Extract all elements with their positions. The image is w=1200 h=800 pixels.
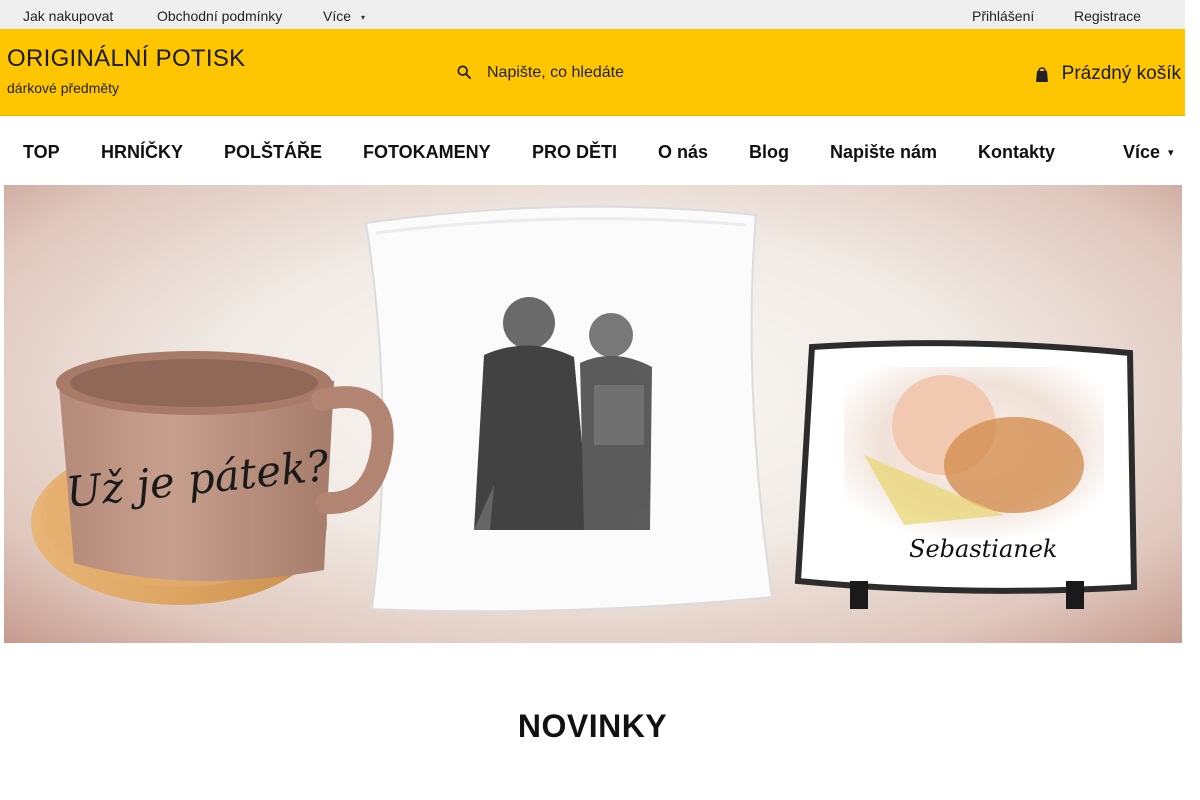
nav-item-polstare[interactable]: POLŠTÁŘE (224, 142, 322, 163)
topbar-more-menu[interactable]: Více ▾ (323, 8, 365, 24)
cart-button[interactable]: Prázdný košík (1034, 59, 1181, 89)
login-link[interactable]: Přihlášení (972, 8, 1034, 24)
nav-more-label: Více (1123, 142, 1161, 162)
link-obchodni-podminky[interactable]: Obchodní podmínky (157, 8, 282, 24)
cart-icon (1035, 67, 1048, 82)
search-input[interactable]: Napište, co hledáte (487, 64, 624, 82)
cart-label: Prázdný košík (1061, 63, 1181, 84)
nav-item-o-nas[interactable]: O nás (658, 142, 708, 163)
nav-item-kontakty[interactable]: Kontakty (978, 142, 1055, 163)
register-link[interactable]: Registrace (1074, 8, 1141, 24)
nav-item-napiste-nam[interactable]: Napište nám (830, 142, 937, 163)
brand-subtitle: dárkové předměty (7, 80, 120, 96)
hero-banner[interactable]: Už je pátek? Sebastianek (4, 185, 1182, 643)
top-utility-bar: Jak nakupovat Obchodní podmínky Více ▾ Př… (0, 0, 1185, 29)
main-navigation: TOP HRNÍČKY POLŠTÁŘE FOTOKAMENY PRO DĚTI… (0, 116, 1185, 185)
link-jak-nakupovat[interactable]: Jak nakupovat (23, 8, 113, 24)
stone-text: Sebastianek (909, 535, 1057, 563)
search-box[interactable]: Napište, co hledáte (453, 59, 813, 87)
site-header: ORIGINÁLNÍ POTISK dárkové předměty Napiš… (0, 29, 1185, 116)
section-title-novinky: NOVINKY (517, 708, 668, 744)
nav-item-top[interactable]: TOP (23, 142, 60, 163)
banner-illustration: Už je pátek? Sebastianek (31, 205, 1138, 613)
photo-stone-image: Sebastianek (794, 340, 1138, 609)
chevron-down-icon: ▾ (361, 13, 366, 22)
brand-title[interactable]: ORIGINÁLNÍ POTISK (7, 45, 245, 73)
nav-item-fotokameny[interactable]: FOTOKAMENY (363, 142, 491, 163)
nav-item-pro-deti[interactable]: PRO DĚTI (532, 142, 617, 163)
nav-item-blog[interactable]: Blog (749, 142, 789, 163)
chevron-down-icon: ▾ (1168, 147, 1174, 159)
search-icon[interactable] (457, 65, 471, 79)
pillow-image (364, 205, 774, 613)
nav-more-menu[interactable]: Více ▾ (1123, 142, 1174, 163)
mug-image: Už je pátek? (31, 351, 394, 605)
nav-item-hrnicky[interactable]: HRNÍČKY (101, 142, 183, 163)
topbar-more-label: Více (323, 8, 352, 24)
